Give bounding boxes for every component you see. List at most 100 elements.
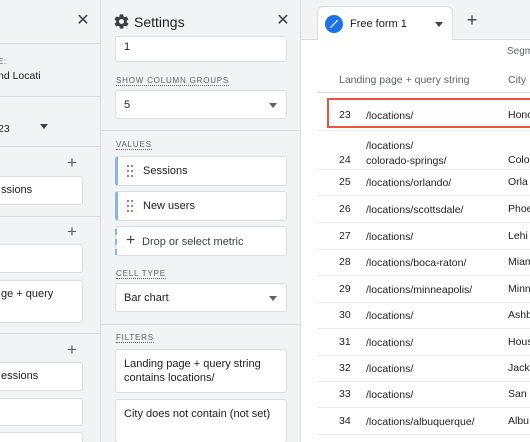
metric-item-label: essions [1,370,39,382]
cell-type-label: CELL TYPE [116,269,166,279]
landing-page-cell: /locations/albuquerque/ [366,416,475,428]
plus-icon[interactable]: + [64,154,80,171]
metric-item[interactable] [0,398,83,426]
divider [101,130,300,131]
metric-item[interactable] [0,432,83,442]
segment-header: Segm [507,46,530,57]
table-row[interactable]: 32/locations/Jack [317,356,530,382]
column-header-landing-page[interactable]: Landing page + query string [339,74,469,86]
city-cell: Hous [508,336,530,348]
landing-page-cell: /locations/boca-raton/ [366,257,467,269]
table-row[interactable]: 24/locations/ colorado-springs/Colo [317,131,530,170]
table-row[interactable]: 31/locations/Hous [317,329,530,356]
chevron-down-icon [269,102,277,108]
dimension-item-label: ge + query [1,288,54,300]
plus-icon[interactable]: + [64,341,80,358]
variables-panel: ✕ E: nd Locati 23 + ssions + ge + query … [0,0,101,442]
city-cell: Ashb [508,309,530,321]
divider [0,146,100,147]
divider [0,96,100,97]
drop-metric-label: Drop or select metric [142,236,244,248]
row-number: 27 [339,230,351,242]
pencil-icon [325,15,343,33]
close-icon[interactable]: ✕ [74,12,92,30]
city-cell: Miam [508,256,530,268]
row-number: 28 [339,256,351,268]
drag-handle-icon[interactable] [127,200,133,212]
show-column-groups-value: 5 [124,99,131,111]
chevron-down-icon[interactable] [435,22,443,27]
table-row[interactable]: 33/locations/San F [317,382,530,408]
settings-panel: Settings ✕ 1 SHOW COLUMN GROUPS 5 VALUES… [101,0,301,442]
landing-page-cell: /locations/scottsdale/ [366,204,464,216]
metric-chip-sessions[interactable]: Sessions [115,156,287,186]
row-number: 24 [339,154,351,166]
divider [101,324,300,325]
exploration-name-label: E: [0,57,7,66]
column-header-city[interactable]: City [508,74,526,86]
metric-chip-new-users[interactable]: New users [115,191,287,221]
row-number: 29 [339,283,351,295]
date-range-value[interactable]: 23 [0,123,10,135]
city-cell: Jack [508,362,530,374]
exploration-name-value[interactable]: nd Locati [0,70,41,82]
table-row[interactable]: 27/locations/Lehi [317,223,530,250]
dimension-item[interactable] [0,244,83,273]
metric-item[interactable]: essions [0,362,83,391]
row-number: 25 [339,176,351,188]
landing-page-cell: /locations/ [366,363,414,375]
dimension-item[interactable]: ge + query [0,280,83,323]
values-label: VALUES [116,140,152,150]
rows-show-value: 1 [124,41,131,53]
cell-type-value: Bar chart [124,292,169,304]
rows-show-input[interactable]: 1 [115,36,287,62]
tab-free-form-1[interactable]: Free form 1 [317,6,453,40]
row-number: 32 [339,362,351,374]
settings-title: Settings [134,14,185,30]
row-number: 31 [339,336,351,348]
exploration-canvas: Free form 1 + Segm Landing page + query … [301,0,530,442]
table-row[interactable]: 26/locations/scottsdale/Phoe [317,196,530,223]
show-column-groups-select[interactable]: 5 [115,90,287,119]
city-cell: Phoe [508,203,530,215]
segment-item-label: ssions [1,184,33,196]
metric-chip-label: Sessions [143,165,188,177]
table-row[interactable]: 25/locations/orlando/Orla [317,170,530,196]
landing-page-cell: /locations/ colorado-springs/ [366,140,447,167]
cell-type-label-text: CELL TYPE [116,269,166,279]
divider [0,333,100,334]
drop-metric-target[interactable]: + Drop or select metric [115,226,287,256]
tab-name: Free form 1 [350,18,407,30]
table-row[interactable]: 28/locations/boca-raton/Miam [317,250,530,276]
filters-label: FILTERS [116,333,154,343]
table-row[interactable]: 34/locations/albuquerque/Albu [317,408,530,435]
row-highlight [327,98,530,128]
filter-item-text: Landing page + query string contains loc… [124,358,261,384]
divider [0,216,100,217]
drag-handle-icon[interactable] [127,165,133,177]
add-tab-icon[interactable]: + [463,11,481,29]
row-number: 26 [339,203,351,215]
city-cell: San F [508,388,530,400]
cell-type-select[interactable]: Bar chart [115,283,287,312]
plus-icon: + [126,232,136,249]
table-row[interactable]: 29/locations/minneapolis/Minn [317,276,530,303]
city-cell: Albu [508,415,530,427]
plus-icon[interactable]: + [64,223,80,240]
city-cell: Orla [508,176,528,188]
landing-page-cell: /locations/ [366,310,414,322]
table-row[interactable]: 30/locations/Ashb [317,303,530,329]
row-number: 34 [339,415,351,427]
chevron-down-icon [269,295,277,301]
filters-label-text: FILTERS [116,333,154,343]
row-number: 33 [339,388,351,400]
metric-chip-label: New users [143,200,195,212]
filter-item[interactable]: City does not contain (not set) [115,399,287,442]
segment-item[interactable]: ssions [0,176,83,205]
drop-indicator [115,229,118,255]
show-column-groups-label: SHOW COLUMN GROUPS [116,76,230,86]
chevron-down-icon[interactable] [40,124,48,130]
close-icon[interactable]: ✕ [274,12,292,30]
city-cell: Colo [508,154,530,166]
filter-item[interactable]: Landing page + query string contains loc… [115,349,287,393]
